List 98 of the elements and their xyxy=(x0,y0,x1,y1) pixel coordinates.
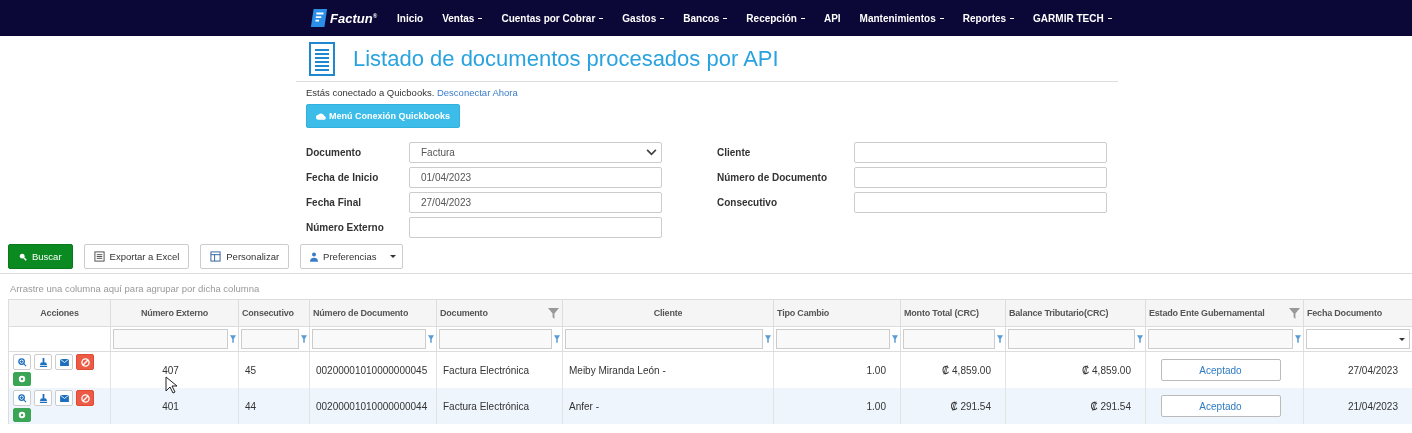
filter-icon[interactable] xyxy=(1289,307,1300,319)
nav-menu-item[interactable]: Reportes xyxy=(962,12,1015,24)
preferences-button[interactable]: Preferencias xyxy=(300,244,404,269)
column-header[interactable]: Tipo Cambio xyxy=(777,308,830,318)
stamp-icon[interactable] xyxy=(34,354,52,370)
mail-icon[interactable] xyxy=(55,390,73,406)
column-header[interactable]: Acciones xyxy=(40,308,79,318)
chevron-down-icon xyxy=(646,149,657,156)
cancel-icon[interactable] xyxy=(76,390,94,406)
cloud-icon xyxy=(316,112,326,120)
input-field[interactable] xyxy=(409,217,662,238)
nav-menu-item[interactable]: Mantenimientos xyxy=(859,12,944,24)
column-filter-field[interactable] xyxy=(439,329,552,349)
zoom-icon[interactable] xyxy=(13,390,31,406)
table-cell: ₡ 4,859.00 xyxy=(942,364,991,376)
column-header[interactable]: Número Externo xyxy=(140,308,209,318)
filter-icon[interactable] xyxy=(428,335,434,343)
connection-status: Estás conectado a Quicbooks. xyxy=(306,87,435,98)
input-field[interactable] xyxy=(854,192,1107,213)
brand-name[interactable]: Factun$^{®}$ xyxy=(330,10,378,26)
column-filter-field[interactable] xyxy=(903,329,995,349)
filter-icon[interactable] xyxy=(1137,335,1143,343)
table-cell: 27/04/2023 xyxy=(1347,364,1398,376)
search-button[interactable]: Buscar xyxy=(8,244,73,269)
input-field[interactable]: 27/04/2023 xyxy=(409,192,662,213)
table-cell: Factura Electrónica xyxy=(443,364,530,376)
table-cell: 1.00 xyxy=(866,364,886,376)
column-filter-field[interactable] xyxy=(312,329,426,349)
nav-menu-item[interactable]: Ventas xyxy=(442,12,483,24)
nav-menu-item[interactable]: Recepción xyxy=(746,12,805,24)
group-hint: Arrastre una columna aquí para agrupar por dicha columna xyxy=(9,282,261,296)
table-cell: 1.00 xyxy=(866,400,886,412)
logo-icon xyxy=(310,8,328,28)
add-icon[interactable] xyxy=(13,408,31,422)
field-label: Fecha Final xyxy=(306,197,362,208)
nav-menu-item[interactable]: Gastos xyxy=(622,12,665,24)
table-cell: Factura Electrónica xyxy=(443,400,530,412)
field-label: Documento xyxy=(306,147,362,158)
column-header[interactable]: Cliente xyxy=(653,308,683,318)
search-icon xyxy=(19,252,27,261)
document-select[interactable]: Factura xyxy=(409,142,662,163)
table-cell: ₡ 4,859.00 xyxy=(1082,364,1131,376)
stamp-icon[interactable] xyxy=(34,390,52,406)
table-cell: 00200001010000000045 xyxy=(316,364,428,376)
mouse-pointer-icon xyxy=(165,376,177,394)
column-header[interactable]: Documento xyxy=(440,308,488,318)
export-excel-button[interactable]: Exportar a Excel xyxy=(83,244,190,269)
filter-icon[interactable] xyxy=(765,335,771,343)
field-label: Cliente xyxy=(717,147,752,158)
input-field[interactable] xyxy=(854,167,1107,188)
table-cell: 44 xyxy=(245,400,257,412)
table-cell: ₡ 291.54 xyxy=(950,400,991,412)
table-cell: 407 xyxy=(162,364,179,376)
field-label: Consecutivo xyxy=(717,197,778,208)
column-filter-field[interactable] xyxy=(565,329,763,349)
disconnect-link[interactable]: Desconectar Ahora xyxy=(436,87,518,98)
table-cell: ₡ 291.54 xyxy=(1090,400,1131,412)
column-filter-field[interactable] xyxy=(113,329,228,349)
column-filter-field[interactable] xyxy=(241,329,299,349)
table-cell: 21/04/2023 xyxy=(1347,400,1398,412)
zoom-icon[interactable] xyxy=(13,354,31,370)
field-label: Fecha de Inicio xyxy=(306,172,380,183)
table-cell: 401 xyxy=(162,400,179,412)
cancel-icon[interactable] xyxy=(76,354,94,370)
nav-menu-item[interactable]: Bancos xyxy=(683,12,728,24)
filter-icon[interactable] xyxy=(892,335,898,343)
column-filter-field[interactable] xyxy=(1148,329,1293,349)
input-field[interactable]: 01/04/2023 xyxy=(409,167,662,188)
filter-icon[interactable] xyxy=(230,335,236,343)
column-filter-field[interactable] xyxy=(776,329,890,349)
nav-menu-item[interactable]: Cuentas por Cobrar xyxy=(501,12,604,24)
mail-icon[interactable] xyxy=(55,354,73,370)
page-title: Listado de documentos procesados por API xyxy=(353,46,779,72)
filter-icon[interactable] xyxy=(554,335,560,343)
table-icon xyxy=(210,251,222,262)
customize-button[interactable]: Personalizar xyxy=(200,244,290,269)
nav-menu-item[interactable]: Inicio xyxy=(397,12,424,24)
filter-icon[interactable] xyxy=(548,307,559,319)
table-cell: 00200001010000000044 xyxy=(316,400,428,412)
filter-icon[interactable] xyxy=(997,335,1003,343)
user-icon xyxy=(310,251,319,262)
field-label: Número Externo xyxy=(306,222,385,233)
input-field[interactable] xyxy=(854,142,1107,163)
document-list-icon xyxy=(309,42,335,76)
nav-menu-item[interactable]: API xyxy=(823,12,841,24)
field-label: Número de Documento xyxy=(717,172,828,183)
spreadsheet-icon xyxy=(93,251,105,262)
status-button[interactable]: Aceptado xyxy=(1160,395,1281,417)
table-cell: Anfer - xyxy=(569,400,599,412)
column-filter-select[interactable] xyxy=(1306,329,1410,349)
column-filter-field[interactable] xyxy=(1008,329,1135,349)
nav-menu-item[interactable]: GARMIR TECH xyxy=(1033,12,1112,24)
filter-icon[interactable] xyxy=(301,335,307,343)
table-cell: Meiby Miranda León - xyxy=(569,364,666,376)
filter-icon[interactable] xyxy=(1295,335,1301,343)
status-button[interactable]: Aceptado xyxy=(1160,359,1281,381)
add-icon[interactable] xyxy=(13,372,31,386)
table-cell: 45 xyxy=(245,364,257,376)
